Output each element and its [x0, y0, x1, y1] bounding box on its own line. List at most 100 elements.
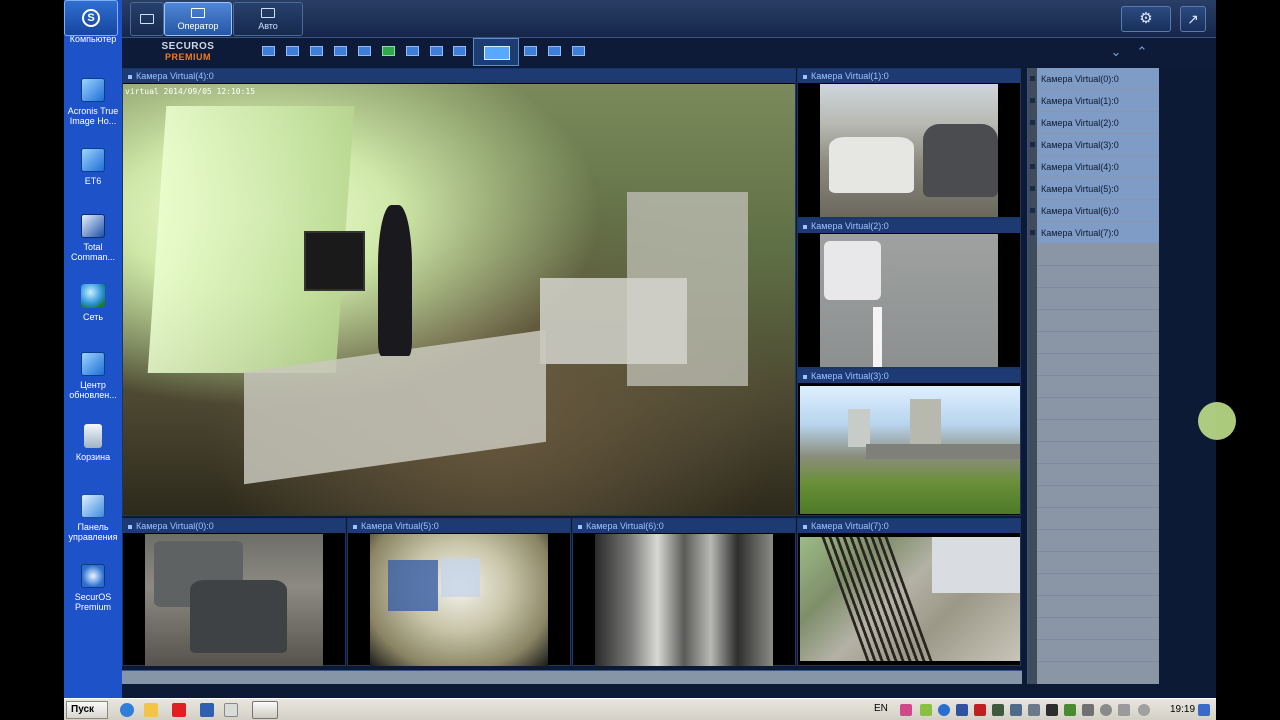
tray-app-icon[interactable] — [956, 704, 968, 716]
securos-task-button[interactable] — [252, 701, 278, 719]
auto-mode-button[interactable]: Авто — [233, 2, 303, 36]
gear-icon: ⚙ — [1139, 10, 1153, 27]
settings-button[interactable]: ⚙ — [1121, 6, 1171, 32]
layout-active-button[interactable] — [473, 38, 519, 66]
layout-1plus12-button[interactable] — [453, 46, 466, 56]
chevron-down-icon[interactable]: ⌄ — [1106, 42, 1126, 62]
camera-title: Камера Virtual(6):0 — [573, 519, 795, 533]
brand-line1: SECUROS — [161, 41, 215, 52]
layout-1plus5-button[interactable] — [358, 46, 371, 56]
camera-list-label: Камера Virtual(3):0 — [1041, 140, 1119, 150]
show-desktop-icon[interactable] — [1198, 704, 1210, 716]
layout-custom-button[interactable] — [572, 46, 585, 56]
taskbar: Пуск EN 19:19 — [64, 698, 1216, 720]
desktop-icon-et6[interactable]: ET6 — [64, 148, 122, 186]
tray-app-icon[interactable] — [1138, 704, 1150, 716]
desktop-icon-control-panel[interactable]: Панель управления — [64, 494, 122, 542]
camera-0[interactable]: Камера Virtual(0):0 — [122, 518, 346, 666]
layout-1plus7-button[interactable] — [382, 46, 395, 56]
camera-list-item[interactable]: Камера Virtual(6):0 — [1030, 200, 1159, 222]
securos-menu-button[interactable]: S — [64, 0, 118, 36]
update-center-icon — [81, 352, 105, 376]
yandex-icon[interactable] — [172, 703, 186, 717]
layout-1x1-button[interactable] — [262, 46, 275, 56]
camera-main[interactable]: Камера Virtual(4):0 virtual 2014/09/05 1… — [122, 68, 796, 516]
desktop-icon-recycle-bin[interactable]: Корзина — [64, 424, 122, 462]
volume-icon[interactable] — [1082, 704, 1094, 716]
desktop-icon-securos[interactable]: SecurOS Premium — [64, 564, 122, 612]
folder-icon[interactable] — [144, 703, 158, 717]
tray-app-icon[interactable] — [920, 704, 932, 716]
fullscreen-button[interactable] — [130, 2, 164, 36]
layout-5x5-button[interactable] — [524, 46, 537, 56]
camera-list-item[interactable]: Камера Virtual(5):0 — [1030, 178, 1159, 200]
et6-icon — [81, 148, 105, 172]
desktop-icon-label: ET6 — [84, 176, 102, 186]
desktop-icon-label: Панель управления — [68, 522, 118, 542]
tray-app-icon[interactable] — [1064, 704, 1076, 716]
camera-video — [820, 84, 998, 217]
clock[interactable]: 19:19 — [1170, 704, 1195, 715]
camera-list-item[interactable]: Камера Virtual(2):0 — [1030, 112, 1159, 134]
camera-title: Камера Virtual(7):0 — [798, 519, 1020, 533]
tray-app-icon[interactable] — [1046, 704, 1058, 716]
camera-list-label: Камера Virtual(4):0 — [1041, 162, 1119, 172]
screen: Компьютер Acronis True Image Ho... ET6 T… — [0, 0, 1280, 720]
camera-list-item[interactable]: Камера Virtual(7):0 — [1030, 222, 1159, 244]
operator-mode-button[interactable]: Оператор — [164, 2, 232, 36]
layout-2plus8-button[interactable] — [430, 46, 443, 56]
camera-list-scrollbar[interactable] — [1028, 68, 1037, 684]
camera-2[interactable]: Камера Virtual(2):0 — [797, 218, 1021, 368]
camera-title: Камера Virtual(3):0 — [798, 369, 1020, 383]
tray-app-icon[interactable] — [938, 704, 950, 716]
desktop-icon-network[interactable]: Сеть — [64, 284, 122, 322]
tray-app-icon[interactable] — [974, 704, 986, 716]
camera-osd-timestamp: virtual 2014/09/05 12:10:15 — [125, 87, 256, 96]
camera-video — [145, 534, 323, 666]
desktop-icon-label: Сеть — [82, 312, 104, 322]
layout-1plus9-button[interactable] — [406, 46, 419, 56]
camera-list-label: Камера Virtual(5):0 — [1041, 184, 1119, 194]
camera-title: Камера Virtual(0):0 — [123, 519, 345, 533]
camera-list-item[interactable]: Камера Virtual(3):0 — [1030, 134, 1159, 156]
language-indicator[interactable]: EN — [874, 703, 888, 714]
camera-item-icon — [1030, 164, 1035, 169]
layout-3x3-button[interactable] — [310, 46, 323, 56]
desktop-icon-update-center[interactable]: Центр обновлен... — [64, 352, 122, 400]
securos-brand: SECUROS PREMIUM — [152, 41, 224, 63]
tray-app-icon[interactable] — [1100, 704, 1112, 716]
window-icon[interactable] — [224, 703, 238, 717]
camera-item-icon — [1030, 230, 1035, 235]
desktop-icon-label: Acronis True Image Ho... — [67, 106, 119, 126]
camera-6[interactable]: Камера Virtual(6):0 — [572, 518, 796, 666]
camera-1[interactable]: Камера Virtual(1):0 — [797, 68, 1021, 218]
camera-3[interactable]: Камера Virtual(3):0 — [797, 368, 1021, 516]
tray-app-icon[interactable] — [900, 704, 912, 716]
camera-7[interactable]: Камера Virtual(7):0 — [797, 518, 1021, 666]
chevron-up-icon[interactable]: ⌃ — [1132, 42, 1152, 62]
camera-list-item[interactable]: Камера Virtual(4):0 — [1030, 156, 1159, 178]
camera-list-panel: Камера Virtual(0):0 Камера Virtual(1):0 … — [1027, 68, 1159, 684]
layout-2x2-button[interactable] — [286, 46, 299, 56]
detach-window-button[interactable]: ↗ — [1180, 6, 1206, 32]
tray-app-icon[interactable] — [1028, 704, 1040, 716]
camera-list-item[interactable]: Камера Virtual(1):0 — [1030, 90, 1159, 112]
desktop-icon-total-commander[interactable]: Total Comman... — [64, 214, 122, 262]
tray-app-icon[interactable] — [1010, 704, 1022, 716]
camera-5[interactable]: Камера Virtual(5):0 — [347, 518, 571, 666]
network-icon — [81, 284, 105, 308]
layout-4x4-button[interactable] — [334, 46, 347, 56]
save-icon[interactable] — [200, 703, 214, 717]
tray-app-icon[interactable] — [1118, 704, 1130, 716]
desktop-icon-acronis[interactable]: Acronis True Image Ho... — [64, 78, 122, 126]
acronis-icon — [81, 78, 105, 102]
tray-app-icon[interactable] — [992, 704, 1004, 716]
camera-item-icon — [1030, 142, 1035, 147]
camera-list-item[interactable]: Камера Virtual(0):0 — [1030, 68, 1159, 90]
ie-icon[interactable] — [120, 703, 134, 717]
layout-6x6-button[interactable] — [548, 46, 561, 56]
camera-list-label: Камера Virtual(2):0 — [1041, 118, 1119, 128]
start-button[interactable]: Пуск — [66, 701, 108, 719]
camera-video — [595, 534, 773, 666]
camera-title: Камера Virtual(1):0 — [798, 69, 1020, 83]
